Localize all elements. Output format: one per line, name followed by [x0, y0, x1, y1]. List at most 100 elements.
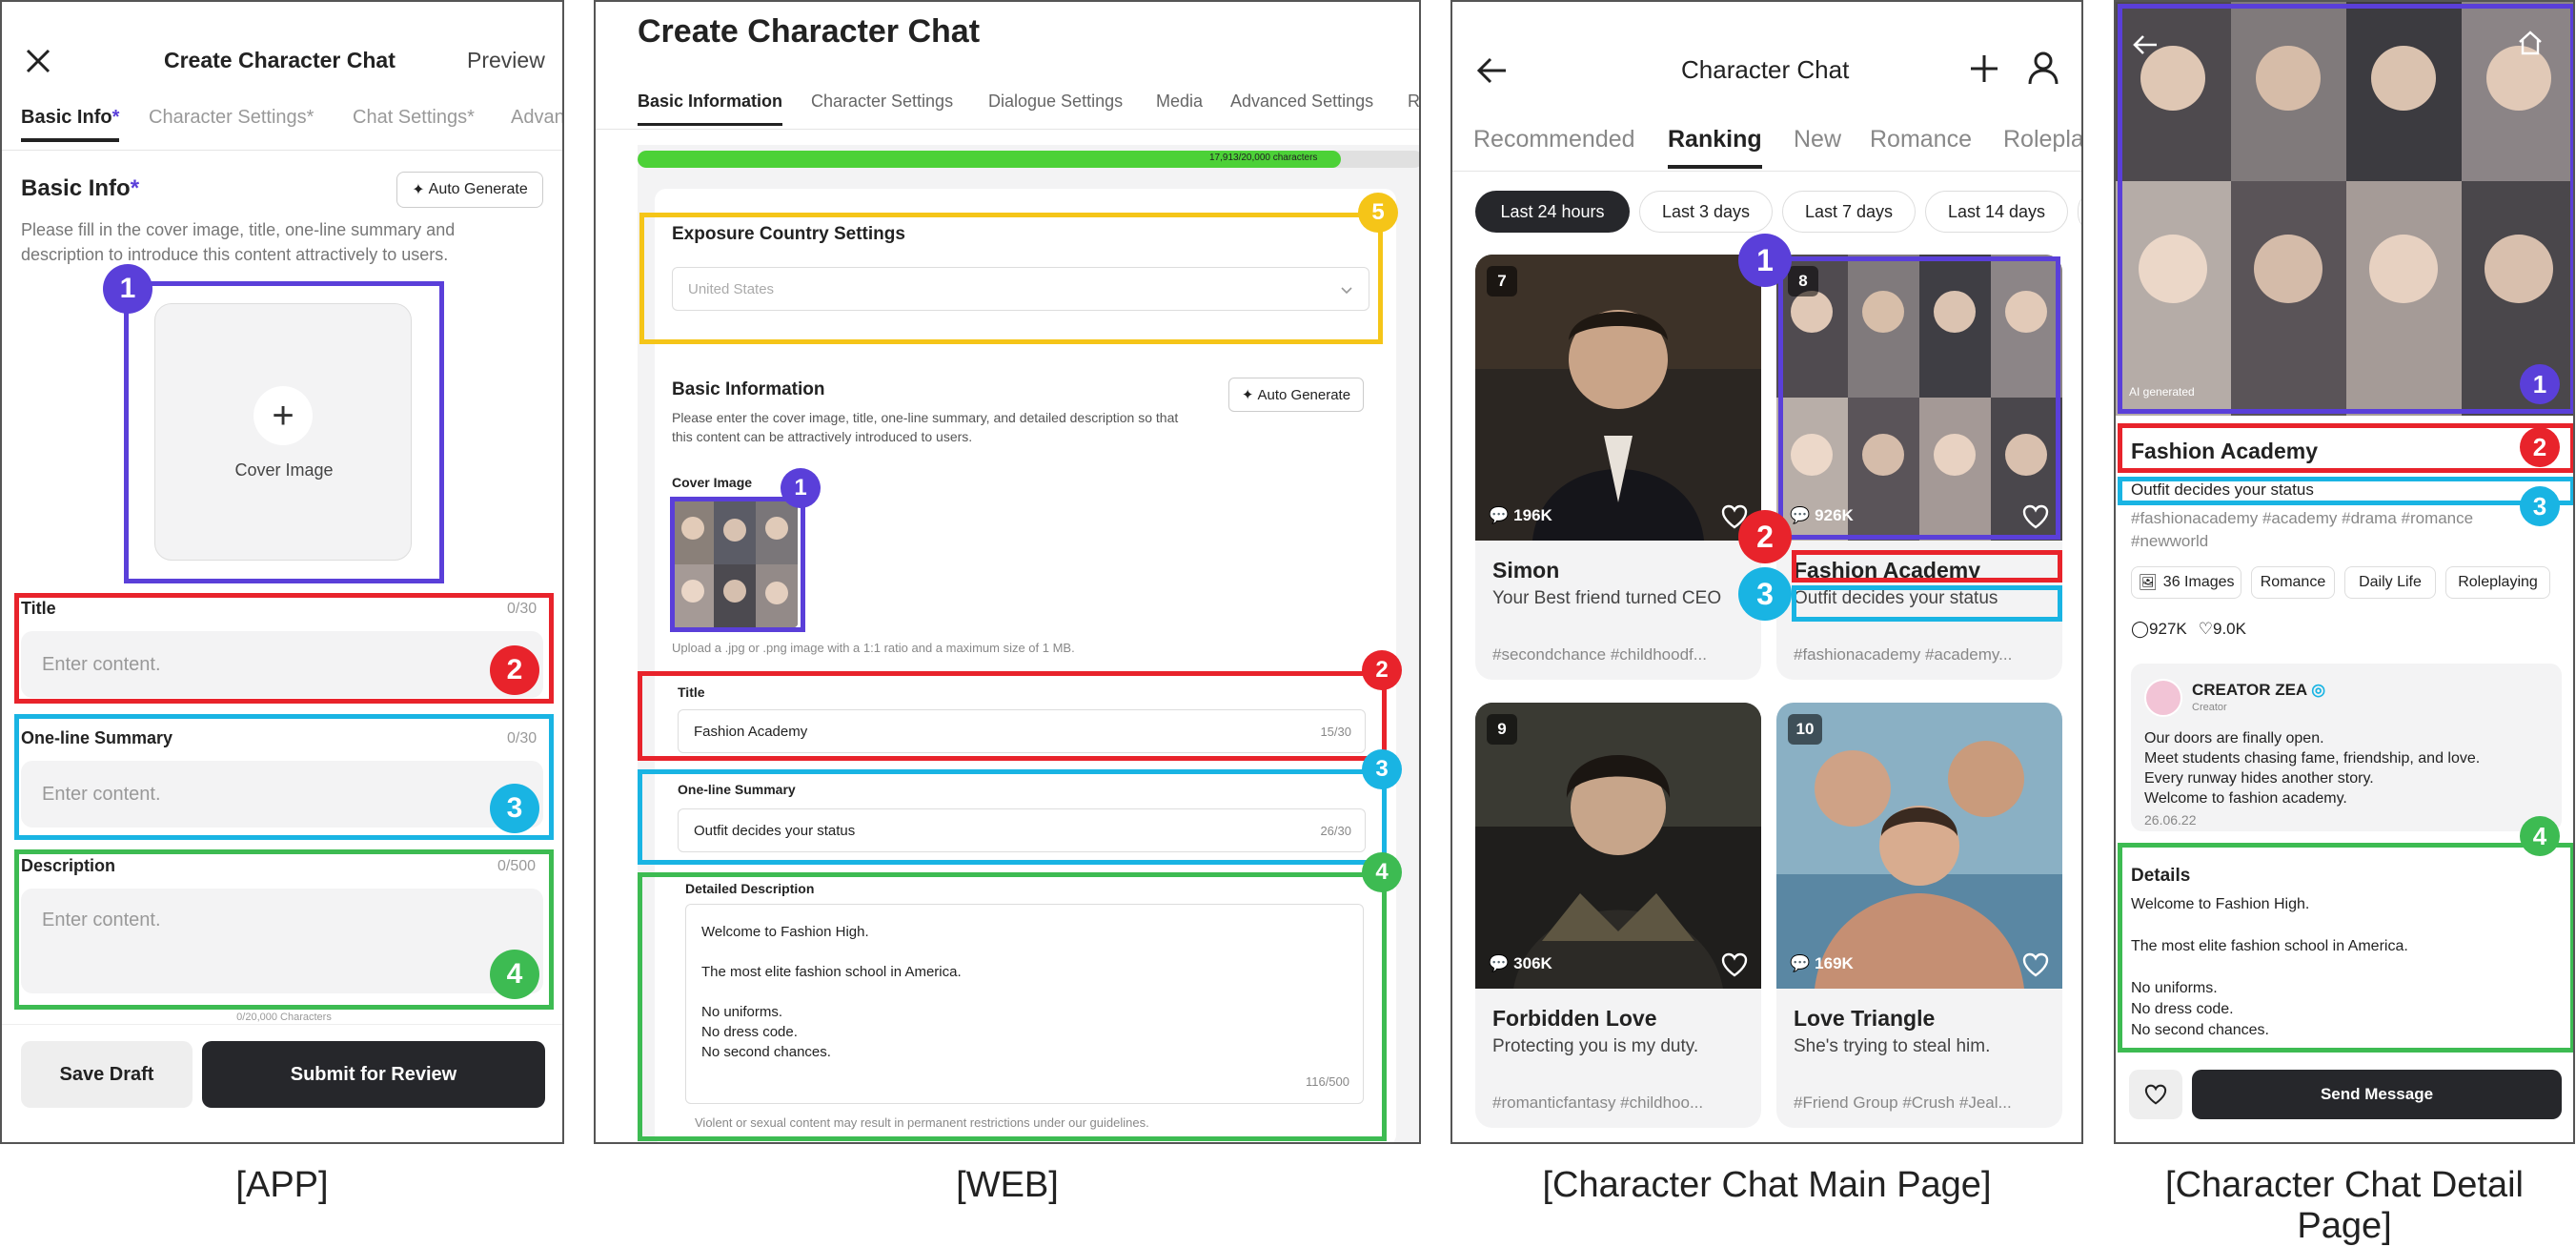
marker-1: 1 [781, 468, 821, 508]
tab-new[interactable]: New [1794, 126, 1841, 153]
auto-generate-button[interactable]: ✦ Auto Generate [1228, 378, 1364, 412]
filter-last-7-days[interactable]: Last 7 days [1782, 191, 1916, 233]
filter-last-24-hours[interactable]: Last 24 hours [1475, 191, 1630, 233]
card-tags: #romanticfantasy #childhoo... [1492, 1094, 1704, 1112]
tab-advanced[interactable]: Advan [511, 107, 562, 129]
highlight-title [14, 593, 554, 704]
marker-1: 1 [1738, 234, 1792, 287]
basic-info-title: Basic Information [672, 379, 825, 399]
caption-app: [APP] [235, 1165, 329, 1205]
plus-icon[interactable] [1967, 51, 2001, 86]
tab-advanced-settings[interactable]: Advanced Settings [1230, 92, 1373, 112]
tab-ranking[interactable]: Ranking [1668, 126, 1762, 169]
marker-1: 1 [2520, 364, 2560, 404]
tab-basic-information[interactable]: Basic Information [638, 92, 783, 126]
auto-generate-button[interactable]: ✦ Auto Generate [396, 172, 543, 208]
chip-daily-life[interactable]: Daily Life [2344, 566, 2436, 599]
tab-bar: Basic Information Character Settings Dia… [596, 88, 1419, 130]
creator-date: 26.06.22 [2144, 812, 2197, 828]
tab-character-settings[interactable]: Character Settings* [149, 107, 314, 129]
user-icon[interactable] [2026, 50, 2060, 86]
image-icon: 🖼 [2138, 575, 2158, 591]
character-card[interactable]: 9 💬 306K Forbidden Love Protecting you is… [1475, 703, 1761, 1128]
chat-bubble-icon: 💬 [1790, 954, 1811, 972]
tab-r[interactable]: R [1408, 92, 1419, 112]
tab-media[interactable]: Media [1156, 92, 1203, 112]
highlight-cover [670, 497, 805, 632]
heart-icon: ♡ [2198, 620, 2213, 638]
app-panel: Create Character Chat Preview Basic Info… [0, 0, 564, 1144]
card-art-love-triangle [1776, 703, 2062, 989]
heart-icon[interactable] [1721, 952, 1748, 977]
card-art-forbidden-love [1475, 703, 1761, 989]
close-icon[interactable] [25, 48, 51, 74]
card-tags: #fashionacademy #academy... [1794, 645, 2013, 664]
chip-romance[interactable]: Romance [2251, 566, 2335, 599]
message-line: Welcome to fashion academy. [2144, 790, 2347, 807]
marker-5: 5 [1358, 193, 1398, 233]
highlight-card-title [1792, 550, 2062, 583]
highlight-title [638, 671, 1387, 761]
save-draft-button[interactable]: Save Draft [21, 1041, 193, 1108]
message-line: Meet students chasing fame, friendship, … [2144, 750, 2481, 767]
preview-button[interactable]: Preview [467, 48, 545, 73]
highlight-hero [2118, 4, 2573, 414]
tab-dialogue-settings[interactable]: Dialogue Settings [988, 92, 1123, 112]
card-name: Simon [1492, 558, 1560, 583]
tab-roleplay[interactable]: Rolepla [2003, 126, 2081, 153]
card-tags: #secondchance #childhoodf... [1492, 645, 1707, 664]
chip-images[interactable]: 🖼 36 Images [2131, 566, 2241, 599]
tab-romance[interactable]: Romance [1870, 126, 1972, 153]
filter-more[interactable] [2078, 191, 2081, 233]
send-message-button[interactable]: Send Message [2192, 1070, 2562, 1119]
creator-name: CREATOR ZEA ◎ [2192, 681, 2326, 699]
section-description: Please fill in the cover image, title, o… [21, 220, 456, 264]
highlight-details [2118, 843, 2573, 1053]
message-line: Every runway hides another story. [2144, 770, 2374, 787]
tab-character-settings[interactable]: Character Settings [811, 92, 953, 112]
highlight-summary [2118, 477, 2573, 505]
highlight-title [2118, 423, 2573, 473]
marker-2: 2 [1362, 650, 1402, 690]
detail-panel: AI generated 1 Fashion Academy 2 Outfit … [2114, 0, 2575, 1144]
sparkle-icon: ✦ [412, 182, 425, 198]
character-card[interactable]: 7 💬 196K Simon Your Best friend turned CE… [1475, 255, 1761, 680]
marker-4: 4 [1362, 852, 1402, 892]
back-arrow-icon[interactable] [1475, 53, 1510, 88]
chat-bubble-icon: ◯ [2131, 620, 2150, 638]
filter-last-14-days[interactable]: Last 14 days [1925, 191, 2068, 233]
view-count: 💬 169K [1790, 954, 1854, 972]
upload-hint: Upload a .jpg or .png image with a 1:1 r… [672, 641, 1075, 655]
chat-bubble-icon: 💬 [1489, 506, 1510, 524]
highlight-card-summary [1792, 585, 2062, 622]
section-title: Basic Info* [21, 175, 140, 201]
caption-detail: [Character Chat Detail Page] [2165, 1165, 2524, 1246]
highlight-summary [638, 769, 1387, 865]
view-stat: ◯927K [2131, 620, 2187, 638]
character-card[interactable]: 10 💬 169K Love Triangle She's trying to s… [1776, 703, 2062, 1128]
marker-3: 3 [490, 784, 539, 833]
marker-3: 3 [2520, 486, 2560, 526]
creator-role: Creator [2192, 702, 2227, 713]
chip-roleplaying[interactable]: Roleplaying [2445, 566, 2550, 599]
heart-icon[interactable] [2022, 952, 2049, 977]
like-button[interactable] [2129, 1070, 2182, 1119]
like-stat: ♡9.0K [2198, 620, 2246, 638]
highlight-description [638, 872, 1387, 1141]
tab-recommended[interactable]: Recommended [1473, 126, 1635, 153]
card-summary: Protecting you is my duty. [1492, 1036, 1699, 1056]
submit-review-button[interactable]: Submit for Review [202, 1041, 545, 1108]
avatar[interactable] [2144, 679, 2182, 717]
filter-last-3-days[interactable]: Last 3 days [1639, 191, 1773, 233]
web-panel: Create Character Chat Basic Information … [594, 0, 1421, 1144]
stats: ◯927K ♡9.0K [2131, 620, 2246, 639]
main-panel: Character Chat Recommended Ranking New R… [1450, 0, 2083, 1144]
highlight-description [14, 849, 554, 1010]
caption-main: [Character Chat Main Page] [1542, 1165, 1992, 1205]
marker-4: 4 [490, 950, 539, 999]
marker-1: 1 [103, 264, 152, 314]
tab-basic-info[interactable]: Basic Info* [21, 107, 120, 142]
tab-chat-settings[interactable]: Chat Settings* [353, 107, 475, 129]
card-name: Forbidden Love [1492, 1006, 1657, 1031]
message-line: Our doors are finally open. [2144, 730, 2324, 746]
